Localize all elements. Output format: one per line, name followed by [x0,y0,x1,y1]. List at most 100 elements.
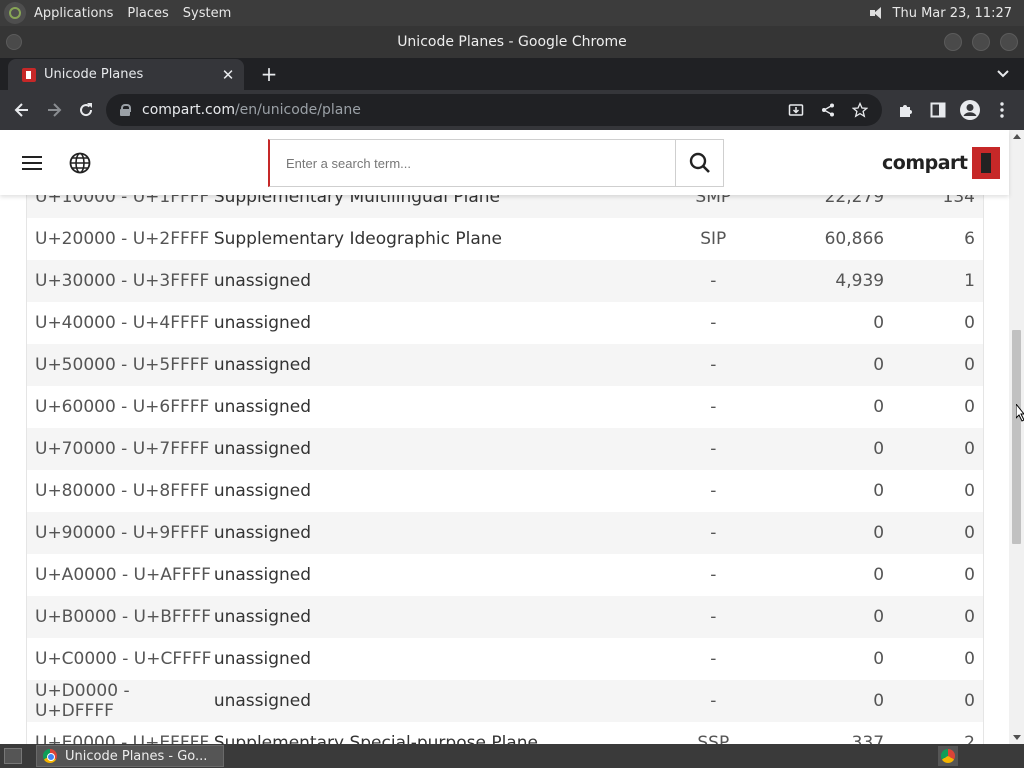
plane-name-cell[interactable]: unassigned [214,607,654,627]
char-count-cell: 0 [873,313,885,333]
block-count-cell: 6 [964,229,975,249]
install-app-icon[interactable] [780,96,812,124]
compart-logo-mark-icon [971,147,1000,179]
table-row: U+50000 - U+5FFFF unassigned - 0 0 [27,344,983,386]
extensions-puzzle-icon[interactable] [890,94,922,126]
side-panel-icon[interactable] [922,94,954,126]
plane-name-cell[interactable]: unassigned [214,565,654,585]
table-row: U+20000 - U+2FFFF Supplementary Ideograph… [27,218,983,260]
plane-name-cell[interactable]: unassigned [214,397,654,417]
chrome-menu-icon[interactable] [986,94,1018,126]
plane-range-cell: U+D0000 - U+DFFFF [35,681,130,721]
window-menu-button[interactable] [6,34,22,50]
lock-icon[interactable] [120,104,131,116]
page-scrollbar[interactable] [1009,130,1024,744]
distro-logo-icon[interactable] [4,2,26,24]
block-count-cell: 0 [964,313,975,333]
new-tab-icon[interactable]: + [258,63,280,85]
taskbar-window-chrome[interactable]: Unicode Planes - Go... [36,745,224,767]
reload-icon[interactable] [70,94,102,126]
char-count-cell: 0 [873,523,885,543]
plane-abbr-cell: - [710,397,717,417]
url-host: compart.com [142,102,235,118]
plane-name-cell[interactable]: unassigned [214,355,654,375]
profile-avatar-icon[interactable] [954,94,986,126]
show-desktop-icon[interactable] [4,748,22,764]
scroll-up-arrow-icon[interactable] [1013,134,1021,139]
plane-range-cell: U+E0000 - U+EFFFF [35,733,210,744]
plane-name-cell[interactable]: unassigned [214,481,654,501]
char-count-cell: 4,939 [835,271,885,291]
plane-range-cell: U+80000 - U+8FFFF [35,481,210,501]
table-row: U+C0000 - U+CFFFF unassigned - 0 0 [27,638,983,680]
planes-table: U+10000 - U+1FFFF Supplementary Multiling… [26,176,984,744]
plane-abbr-cell: - [710,481,717,501]
table-row: U+90000 - U+9FFFF unassigned - 0 0 [27,512,983,554]
plane-name-cell[interactable]: Supplementary Special-purpose Plane [214,733,654,744]
clock[interactable]: Thu Mar 23, 11:27 [893,6,1012,21]
block-count-cell: 0 [964,607,975,627]
plane-range-cell: U+A0000 - U+AFFFF [35,565,211,585]
scroll-thumb[interactable] [1012,330,1021,544]
plane-abbr-cell: - [710,355,717,375]
block-count-cell: 0 [964,481,975,501]
char-count-cell: 0 [873,565,885,585]
plane-name-cell[interactable]: Supplementary Ideographic Plane [214,229,654,249]
menu-places[interactable]: Places [127,6,168,21]
search-button[interactable] [675,140,723,186]
hamburger-menu-icon[interactable] [22,156,42,170]
compart-logo[interactable]: compart [882,147,1000,179]
system-panel: Applications Places System Thu Mar 23, 1… [0,0,1024,26]
back-icon[interactable] [6,94,38,126]
table-row: U+D0000 - U+DFFFF unassigned - 0 0 [27,680,983,722]
plane-name-cell[interactable]: unassigned [214,271,654,291]
char-count-cell: 0 [873,607,885,627]
minimize-button[interactable] [944,33,962,51]
search-icon [689,152,710,173]
block-count-cell: 0 [964,523,975,543]
char-count-cell: 0 [873,481,885,501]
char-count-cell: 337 [851,733,885,744]
address-bar[interactable]: compart.com/en/unicode/plane [106,94,882,126]
plane-range-cell: U+20000 - U+2FFFF [35,229,210,249]
globe-language-icon[interactable] [69,152,91,174]
table-row: U+B0000 - U+BFFFF unassigned - 0 0 [27,596,983,638]
tab-strip: Unicode Planes ✕ + [0,58,1024,90]
volume-icon[interactable] [869,5,885,21]
maximize-button[interactable] [972,33,990,51]
scroll-down-arrow-icon[interactable] [1013,735,1021,740]
plane-range-cell: U+60000 - U+6FFFF [35,397,210,417]
plane-name-cell[interactable]: unassigned [214,649,654,669]
block-count-cell: 0 [964,439,975,459]
plane-abbr-cell: - [710,439,717,459]
window-title-bar: Unicode Planes - Google Chrome [0,26,1024,58]
plane-name-cell[interactable]: unassigned [214,523,654,543]
bookmark-star-icon[interactable] [844,96,876,124]
share-icon[interactable] [812,96,844,124]
plane-abbr-cell: - [710,649,717,669]
table-row: U+70000 - U+7FFFF unassigned - 0 0 [27,428,983,470]
close-window-button[interactable] [1000,33,1018,51]
plane-range-cell: U+90000 - U+9FFFF [35,523,210,543]
plane-range-cell: U+C0000 - U+CFFFF [35,649,212,669]
search-input[interactable] [270,140,675,186]
block-count-cell: 0 [964,355,975,375]
plane-name-cell[interactable]: unassigned [214,691,654,711]
tab-title: Unicode Planes [44,67,144,82]
table-row: U+E0000 - U+EFFFF Supplementary Special-p… [27,722,983,744]
tray-chrome-icon[interactable] [938,746,958,766]
compart-favicon-icon [22,67,36,82]
plane-name-cell[interactable]: unassigned [214,313,654,333]
plane-abbr-cell: - [710,523,717,543]
plane-name-cell[interactable]: unassigned [214,439,654,459]
browser-toolbar: compart.com/en/unicode/plane [0,90,1024,130]
tab-unicode-planes[interactable]: Unicode Planes ✕ [8,59,244,90]
block-count-cell: 0 [964,565,975,585]
plane-abbr-cell: - [710,691,717,711]
menu-system[interactable]: System [183,6,231,21]
table-row: U+60000 - U+6FFFF unassigned - 0 0 [27,386,983,428]
close-tab-icon[interactable]: ✕ [220,67,236,83]
tab-search-chevron-icon[interactable] [996,66,1010,80]
forward-icon[interactable] [38,94,70,126]
menu-applications[interactable]: Applications [34,6,113,21]
